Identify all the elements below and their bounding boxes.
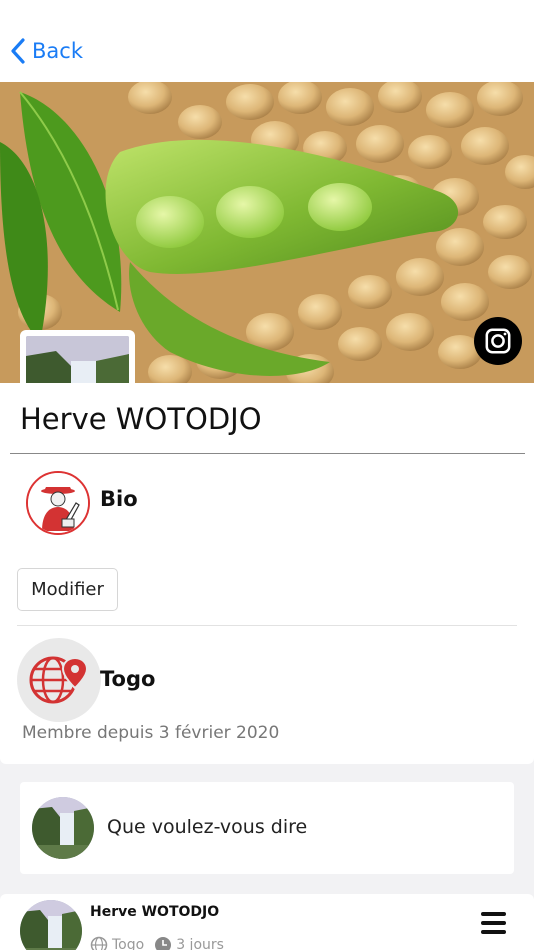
post-meta: Togo 3 jours [90,936,224,950]
writer-icon [26,471,90,535]
post-author[interactable]: Herve WOTODJO [90,904,219,920]
back-label: Back [32,39,83,63]
country-label: Togo [100,667,156,691]
member-since-text: Membre depuis 3 février 2020 [22,723,280,743]
post-location: Togo [112,937,145,950]
bio-label: Bio [100,487,138,511]
avatar[interactable] [20,900,82,950]
globe-small-icon [90,936,108,950]
navigation-bar: Back [0,0,534,82]
profile-name: Herve WOTODJO [20,402,262,436]
edit-bio-button[interactable]: Modifier [17,568,118,611]
post-composer[interactable]: Que voulez-vous dire [20,782,514,874]
globe-pin-icon [17,638,101,722]
post-time: 3 jours [176,937,224,950]
chevron-left-icon [11,38,25,64]
hamburger-menu-icon[interactable] [481,912,506,934]
divider [10,453,525,454]
composer-prompt[interactable]: Que voulez-vous dire [107,816,307,838]
divider [17,625,517,626]
back-button[interactable]: Back [10,38,83,64]
feed-post: Herve WOTODJO Togo 3 jours [0,894,534,950]
avatar [32,797,94,859]
change-cover-camera-button[interactable] [474,317,522,365]
clock-icon [155,937,172,950]
cover-photo[interactable] [0,82,534,383]
avatar-photo [26,336,129,383]
camera-icon [485,328,511,354]
profile-avatar[interactable] [20,330,135,383]
